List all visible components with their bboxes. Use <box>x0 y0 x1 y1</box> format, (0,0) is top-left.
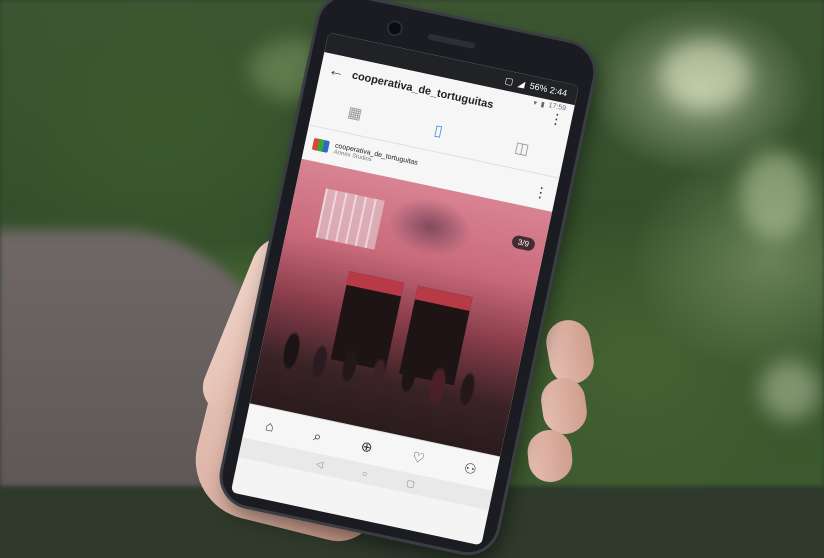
nav-recents-icon[interactable]: ▢ <box>405 477 416 490</box>
wifi-icon: ▾ <box>532 99 538 108</box>
bokeh-light <box>660 40 750 110</box>
bokeh-light <box>760 360 820 420</box>
carousel-counter: 3/9 <box>510 234 537 252</box>
front-camera <box>387 21 402 36</box>
heart-icon[interactable]: ♡ <box>410 448 427 467</box>
scroll-feed-icon[interactable]: ▯ <box>426 120 450 144</box>
post-photo[interactable]: 3/9 <box>249 158 553 457</box>
add-post-icon[interactable]: ⊕ <box>359 437 375 456</box>
nav-home-icon[interactable]: ○ <box>361 468 368 479</box>
signal-icon: ◢ <box>517 77 527 89</box>
battery-icon: ▮ <box>539 101 546 109</box>
grid-icon[interactable]: ▦ <box>343 102 367 126</box>
account-avatar[interactable] <box>311 137 330 153</box>
home-icon[interactable]: ⌂ <box>264 417 276 434</box>
back-arrow-icon[interactable]: ← <box>327 62 346 83</box>
bokeh-light <box>740 150 810 240</box>
tagged-icon[interactable]: ◫ <box>510 137 534 161</box>
photo-skylight <box>315 188 385 250</box>
earpiece-speaker <box>427 33 476 50</box>
nav-back-icon[interactable]: ◁ <box>315 458 324 470</box>
notification-icon: ▢ <box>504 74 515 87</box>
profile-icon[interactable]: ⚇ <box>462 459 479 478</box>
post-more-icon[interactable]: ⋮ <box>532 182 550 202</box>
battery-time-text: 56% 2:44 <box>528 80 569 99</box>
search-icon[interactable]: ⌕ <box>312 427 323 445</box>
